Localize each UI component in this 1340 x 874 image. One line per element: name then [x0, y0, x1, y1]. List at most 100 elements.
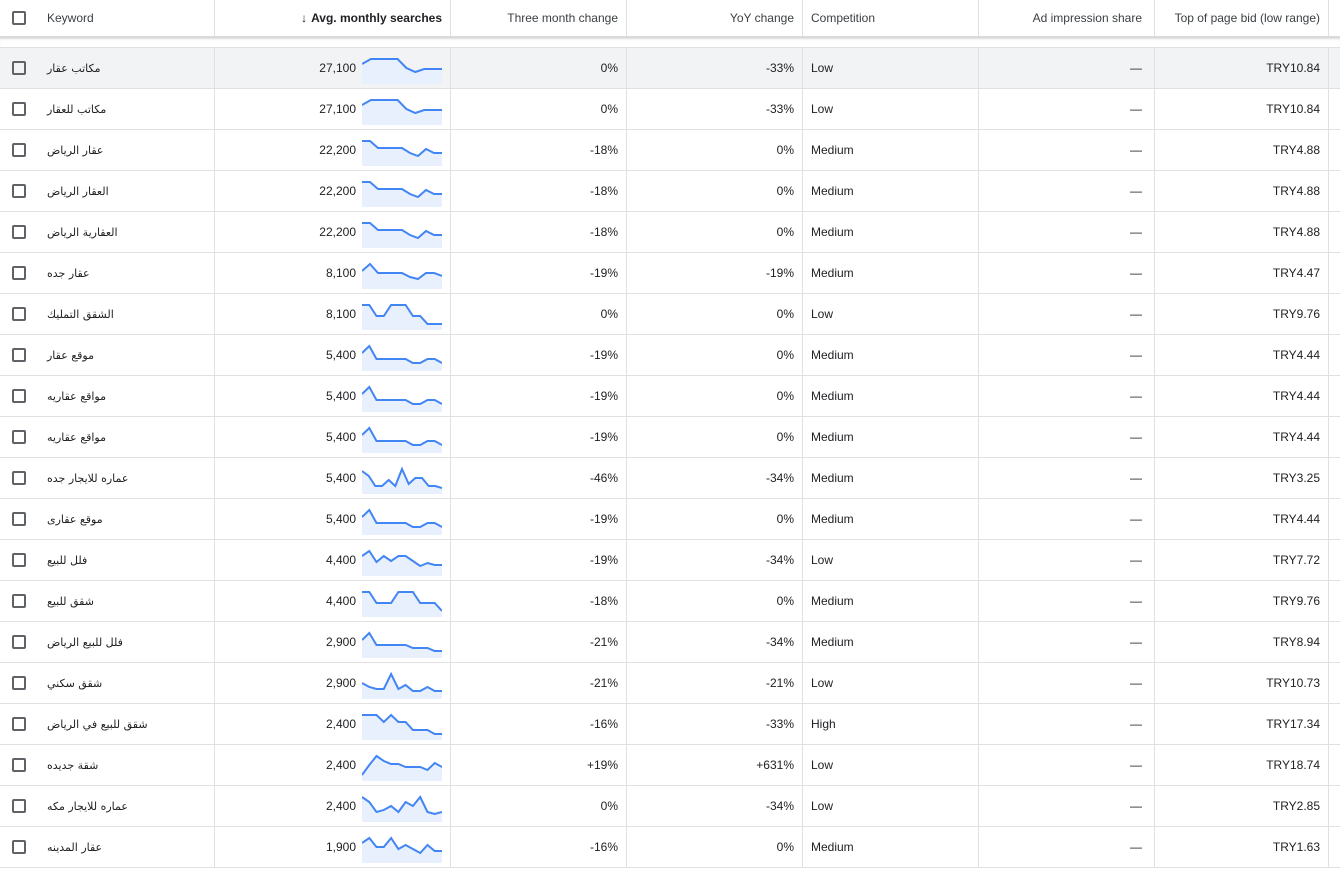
sort-down-icon[interactable]: ↓ [301, 11, 307, 25]
row-select-cell[interactable] [0, 376, 38, 416]
row-select-cell[interactable] [0, 663, 38, 703]
row-select-cell[interactable] [0, 130, 38, 170]
row-select-cell[interactable] [0, 294, 38, 334]
table-row[interactable]: العقارية الرياض 22,200 -18% 0% Medium — TRY4.8… [0, 212, 1340, 253]
table-row[interactable]: العقار الرياض 22,200 -18% 0% Medium — TRY4.88 [0, 171, 1340, 212]
row-select-cell[interactable] [0, 212, 38, 252]
row-checkbox[interactable] [12, 266, 26, 280]
competition-value: Medium [803, 171, 979, 211]
row-select-cell[interactable] [0, 581, 38, 621]
row-checkbox[interactable] [12, 307, 26, 321]
header-yoy-change[interactable]: YoY change [627, 0, 803, 36]
row-select-cell[interactable] [0, 171, 38, 211]
table-row[interactable]: مواقع عقاريه 5,400 -19% 0% Medium — TRY4.44 [0, 417, 1340, 458]
row-checkbox[interactable] [12, 430, 26, 444]
trend-sparkline [362, 749, 442, 781]
three-month-change-value: -18% [451, 212, 627, 252]
trend-sparkline [362, 626, 442, 658]
row-checkbox[interactable] [12, 758, 26, 772]
table-row[interactable]: موقع عقارى 5,400 -19% 0% Medium — TRY4.44 [0, 499, 1340, 540]
table-row[interactable]: مكاتب عقار 27,100 0% -33% Low — TRY10.84 [0, 48, 1340, 89]
header-competition[interactable]: Competition [803, 0, 979, 36]
row-checkbox[interactable] [12, 594, 26, 608]
yoy-change-value: 0% [627, 376, 803, 416]
yoy-change-value: 0% [627, 827, 803, 867]
row-select-cell[interactable] [0, 786, 38, 826]
row-select-cell[interactable] [0, 458, 38, 498]
avg-searches-cell: 5,400 [215, 335, 451, 375]
table-row[interactable]: فلل للبيع الرياض 2,900 -21% -34% Medium — TRY8… [0, 622, 1340, 663]
keyword-text: فلل للبيع [47, 553, 88, 567]
row-select-cell[interactable] [0, 622, 38, 662]
row-select-cell[interactable] [0, 540, 38, 580]
row-checkbox[interactable] [12, 102, 26, 116]
row-select-cell[interactable] [0, 704, 38, 744]
row-checkbox[interactable] [12, 553, 26, 567]
three-month-change-value: -18% [451, 130, 627, 170]
row-checkbox[interactable] [12, 676, 26, 690]
row-select-cell[interactable] [0, 417, 38, 457]
select-all-cell[interactable] [0, 0, 38, 36]
avg-searches-cell: 2,400 [215, 745, 451, 785]
yoy-change-value: -33% [627, 48, 803, 88]
table-row[interactable]: عماره للايجار جده 5,400 -46% -34% Medium — TRY… [0, 458, 1340, 499]
keyword-cell: عماره للايجار مكه [38, 786, 215, 826]
yoy-change-value: -21% [627, 663, 803, 703]
row-checkbox[interactable] [12, 799, 26, 813]
table-row[interactable]: موقع عقار 5,400 -19% 0% Medium — TRY4.44 [0, 335, 1340, 376]
yoy-change-value: 0% [627, 499, 803, 539]
sparkline-svg [362, 836, 442, 863]
header-three-month-change[interactable]: Three month change [451, 0, 627, 36]
header-avg-monthly-searches[interactable]: ↓ Avg. monthly searches [215, 0, 451, 36]
row-select-cell[interactable] [0, 335, 38, 375]
row-checkbox[interactable] [12, 389, 26, 403]
avg-searches-value: 4,400 [325, 553, 356, 567]
competition-value: Medium [803, 417, 979, 457]
row-select-cell[interactable] [0, 499, 38, 539]
avg-searches-cell: 2,400 [215, 786, 451, 826]
row-checkbox[interactable] [12, 61, 26, 75]
table-row[interactable]: فلل للبيع 4,400 -19% -34% Low — TRY7.72 [0, 540, 1340, 581]
table-row[interactable]: عماره للايجار مكه 2,400 0% -34% Low — TRY2.85 [0, 786, 1340, 827]
row-checkbox[interactable] [12, 512, 26, 526]
avg-searches-cell: 5,400 [215, 376, 451, 416]
row-checkbox[interactable] [12, 471, 26, 485]
top-of-page-bid-value: TRY9.76 [1155, 294, 1329, 334]
top-of-page-bid-value: TRY4.44 [1155, 376, 1329, 416]
table-row[interactable]: شقق للبيع في الرياض 2,400 -16% -33% High — TRY… [0, 704, 1340, 745]
table-row[interactable]: عقار المدينه 1,900 -16% 0% Medium — TRY1.63 [0, 827, 1340, 868]
table-row[interactable]: شقق سكني 2,900 -21% -21% Low — TRY10.73 [0, 663, 1340, 704]
row-checkbox[interactable] [12, 840, 26, 854]
header-top-of-page-bid-low[interactable]: Top of page bid (low range) [1155, 0, 1329, 36]
select-all-checkbox[interactable] [12, 11, 26, 25]
avg-searches-value: 4,400 [325, 594, 356, 608]
row-select-cell[interactable] [0, 745, 38, 785]
ad-impression-share-value: — [979, 704, 1155, 744]
header-ad-impression-share[interactable]: Ad impression share [979, 0, 1155, 36]
keyword-cell: مكاتب عقار [38, 48, 215, 88]
header-keyword[interactable]: Keyword [38, 0, 215, 36]
sparkline-svg [362, 631, 442, 658]
sparkline-svg [362, 181, 442, 207]
row-checkbox[interactable] [12, 143, 26, 157]
row-checkbox[interactable] [12, 348, 26, 362]
table-row[interactable]: شقق للبيع 4,400 -18% 0% Medium — TRY9.76 [0, 581, 1340, 622]
yoy-change-value: -34% [627, 622, 803, 662]
row-checkbox[interactable] [12, 225, 26, 239]
row-select-cell[interactable] [0, 827, 38, 867]
row-checkbox[interactable] [12, 717, 26, 731]
table-row[interactable]: عقار جده 8,100 -19% -19% Medium — TRY4.47 [0, 253, 1340, 294]
row-checkbox[interactable] [12, 635, 26, 649]
table-row[interactable]: مكاتب للعقار 27,100 0% -33% Low — TRY10.84 [0, 89, 1340, 130]
row-select-cell[interactable] [0, 89, 38, 129]
row-select-cell[interactable] [0, 253, 38, 293]
table-row[interactable]: عقار الرياض 22,200 -18% 0% Medium — TRY4.88 [0, 130, 1340, 171]
table-row[interactable]: الشقق التمليك 8,100 0% 0% Low — TRY9.76 [0, 294, 1340, 335]
table-row[interactable]: شقة جديده 2,400 +19% +631% Low — TRY18.74 [0, 745, 1340, 786]
three-month-change-value: 0% [451, 89, 627, 129]
yoy-change-value: 0% [627, 581, 803, 621]
three-month-change-value: -19% [451, 253, 627, 293]
row-checkbox[interactable] [12, 184, 26, 198]
table-row[interactable]: مواقع عقاريه 5,400 -19% 0% Medium — TRY4.44 [0, 376, 1340, 417]
row-select-cell[interactable] [0, 48, 38, 88]
